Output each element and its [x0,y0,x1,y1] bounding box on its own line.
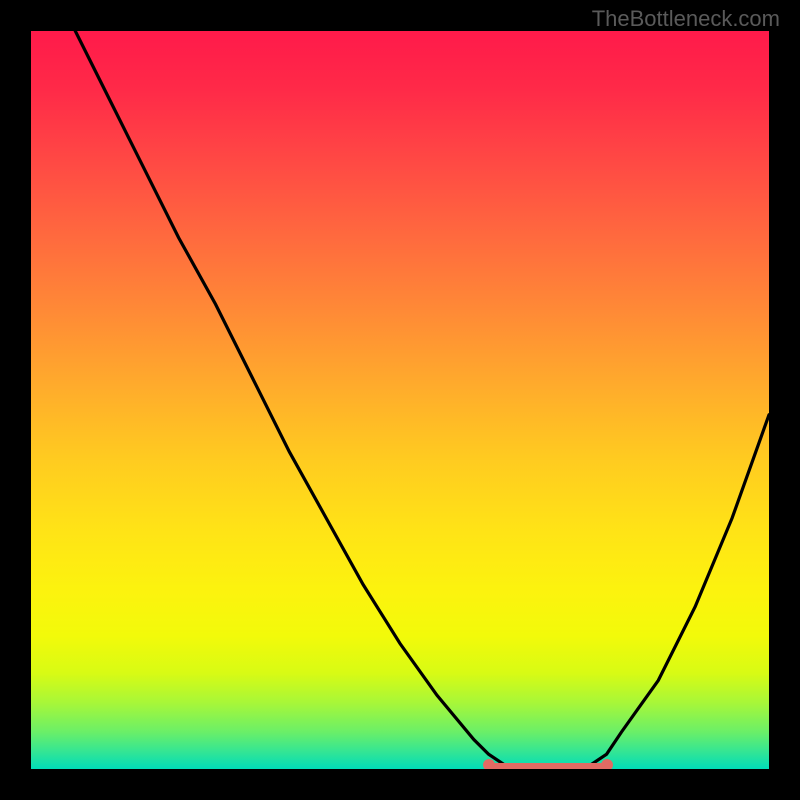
chart-plot-area [31,31,769,769]
bottleneck-curve [31,31,769,769]
optimal-range-dot-right [601,759,613,769]
optimal-range-dot-left [483,759,495,769]
watermark-text: TheBottleneck.com [592,6,780,32]
optimal-range-bar [489,763,607,769]
